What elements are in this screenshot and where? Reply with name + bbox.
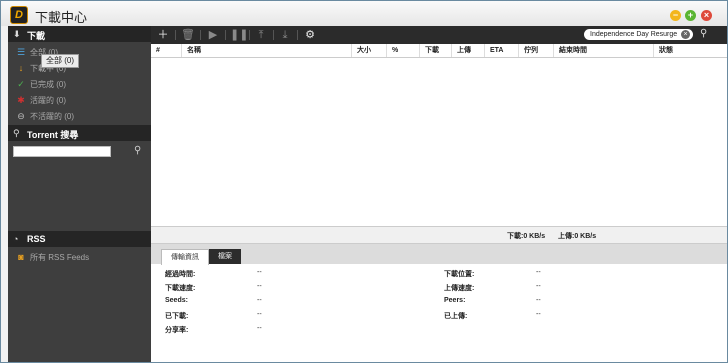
col-status[interactable]: 狀態 — [653, 44, 727, 57]
sidebar-item-inactive[interactable]: ⊖ 不活躍的 (0) — [8, 108, 151, 123]
tab-files[interactable]: 檔案 — [209, 249, 241, 264]
download-location-label: 下載位置: — [444, 271, 475, 278]
elapsed-time-value: -- — [257, 269, 262, 276]
search-icon[interactable]: ⚲ — [700, 28, 707, 39]
torrent-table-header: # 名稱 大小 % 下載 上傳 ETA 佇列 結束時間 狀態 — [151, 44, 727, 58]
upload-rate: 上傳:0 KB/s — [558, 233, 597, 240]
elapsed-time-label: 經過時間: — [165, 271, 196, 278]
download-speed-value: -- — [257, 283, 262, 290]
torrent-table-body[interactable] — [151, 58, 727, 226]
seeds-value: -- — [257, 297, 262, 304]
uploaded-value: -- — [536, 311, 541, 318]
upload-speed-label: 上傳速度: — [444, 285, 475, 292]
tab-transfer-info[interactable]: 傳輸資訊 — [161, 249, 209, 265]
col-number[interactable]: # — [151, 44, 181, 57]
uploaded-label: 已上傳: — [444, 313, 468, 320]
sidebar-item-active[interactable]: ✱ 活躍的 (0) — [8, 92, 151, 107]
move-top-icon[interactable]: ⤒ — [254, 28, 268, 42]
download-arrow-icon: ↓ — [18, 63, 24, 73]
rss-section-header: ◔ RSS — [8, 231, 151, 247]
toolbar-separator — [297, 30, 298, 40]
col-eta[interactable]: ETA — [484, 44, 518, 57]
torrent-search-button-icon[interactable]: ⚲ — [134, 145, 141, 156]
rss-icon: ◔ — [13, 234, 19, 244]
col-name[interactable]: 名稱 — [181, 44, 351, 57]
sidebar-item-all[interactable]: ☰ 全部 (0) — [8, 44, 151, 59]
col-end-time[interactable]: 結束時間 — [553, 44, 653, 57]
sidebar-item-completed[interactable]: ✓ 已完成 (0) — [8, 76, 151, 91]
status-bar: 下載:0 KB/s 上傳:0 KB/s — [151, 226, 727, 243]
pause-icon[interactable]: ❚❚ — [230, 28, 248, 42]
window-title: 下載中心 — [35, 10, 88, 25]
peers-value: -- — [536, 297, 541, 304]
settings-icon[interactable]: ⚙ — [303, 28, 317, 42]
app-logo-icon: D — [10, 6, 28, 24]
toolbar-separator — [175, 30, 176, 40]
share-ratio-value: -- — [257, 325, 262, 332]
rss-feed-icon: ◙ — [18, 252, 24, 262]
minimize-button[interactable]: − — [670, 10, 681, 21]
move-bottom-icon[interactable]: ⤓ — [278, 28, 292, 42]
peers-label: Peers: — [444, 297, 466, 304]
close-button[interactable]: × — [701, 10, 712, 21]
download-center-window: D 下載中心 − + × ⬇ 下載 ☰ 全部 (0) ↓ 下載中 (0) ✓ 已… — [0, 0, 728, 363]
toolbar-separator — [200, 30, 201, 40]
download-speed-label: 下載速度: — [165, 285, 196, 292]
details-panel: 傳輸資訊 檔案 經過時間: -- 下載速度: -- Seeds: -- 已下載:… — [151, 243, 727, 362]
download-icon: ⬇ — [13, 29, 21, 39]
torrent-search-input[interactable] — [13, 146, 111, 157]
active-icon: ✱ — [17, 95, 25, 105]
download-section-header[interactable]: ⬇ 下載 — [8, 26, 151, 42]
sidebar-item-downloading[interactable]: ↓ 下載中 (0) — [8, 60, 151, 75]
sidebar-item-all-rss-feeds[interactable]: ◙ 所有 RSS Feeds — [8, 249, 151, 264]
sidebar: ⬇ 下載 ☰ 全部 (0) ↓ 下載中 (0) ✓ 已完成 (0) ✱ 活躍的 … — [8, 26, 151, 362]
inactive-icon: ⊖ — [17, 111, 25, 121]
toolbar-separator — [273, 30, 274, 40]
search-icon: ⚲ — [13, 128, 20, 138]
toolbar: ＋ 🗑 ▶ ❚❚ ⤒ ⤓ ⚙ Independence Day Resurge … — [151, 26, 727, 44]
tooltip: 全部 (0) — [41, 54, 79, 68]
toolbar-search-input[interactable]: Independence Day Resurge — [584, 29, 693, 40]
col-percent[interactable]: % — [386, 44, 419, 57]
checkmark-icon: ✓ — [17, 79, 25, 89]
upload-speed-value: -- — [536, 283, 541, 290]
delete-icon[interactable]: 🗑 — [181, 28, 195, 42]
start-icon[interactable]: ▶ — [206, 28, 220, 42]
clear-search-icon[interactable]: × — [681, 30, 690, 39]
torrent-search-header: ⚲ Torrent 搜尋 — [8, 125, 151, 141]
add-icon[interactable]: ＋ — [156, 28, 170, 42]
details-tab-bar: 傳輸資訊 檔案 — [151, 244, 727, 265]
col-queue[interactable]: 佇列 — [518, 44, 553, 57]
share-ratio-label: 分享率: — [165, 327, 189, 334]
toolbar-separator — [249, 30, 250, 40]
col-size[interactable]: 大小 — [351, 44, 386, 57]
toolbar-separator — [225, 30, 226, 40]
col-download[interactable]: 下載 — [419, 44, 451, 57]
col-upload[interactable]: 上傳 — [451, 44, 484, 57]
title-bar: D 下載中心 − + × — [1, 1, 727, 26]
seeds-label: Seeds: — [165, 297, 188, 304]
downloaded-value: -- — [257, 311, 262, 318]
downloaded-label: 已下載: — [165, 313, 189, 320]
download-rate: 下載:0 KB/s — [507, 233, 546, 240]
download-location-value: -- — [536, 269, 541, 276]
maximize-button[interactable]: + — [685, 10, 696, 21]
list-icon: ☰ — [16, 47, 26, 57]
